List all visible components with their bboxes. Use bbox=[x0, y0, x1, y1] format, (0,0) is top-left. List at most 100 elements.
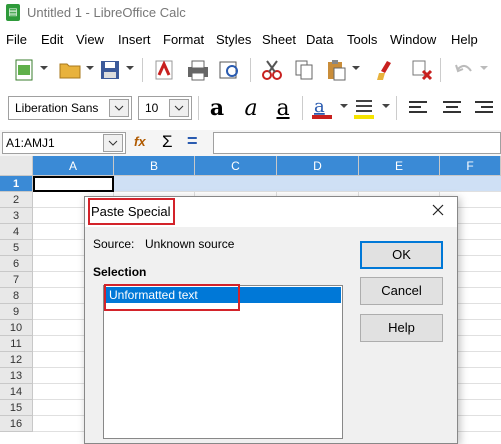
row-header-9[interactable]: 9 bbox=[0, 304, 33, 320]
menu-bar: File Edit View Insert Format Styles Shee… bbox=[0, 28, 501, 50]
copy-icon[interactable] bbox=[290, 56, 318, 84]
row-header-1[interactable]: 1 bbox=[0, 176, 33, 192]
font-color-icon[interactable]: a bbox=[308, 94, 336, 122]
italic-icon[interactable]: a bbox=[237, 94, 265, 122]
export-pdf-icon[interactable] bbox=[150, 56, 178, 84]
cut-icon[interactable] bbox=[258, 56, 286, 84]
new-dropdown-icon[interactable] bbox=[40, 66, 48, 70]
toolbar-separator bbox=[142, 58, 143, 82]
row-header-5[interactable]: 5 bbox=[0, 240, 33, 256]
font-color-dropdown-icon[interactable] bbox=[340, 104, 348, 108]
active-cell-a1[interactable] bbox=[33, 176, 114, 192]
selection-label: Selection bbox=[93, 265, 147, 279]
row-header-13[interactable]: 13 bbox=[0, 368, 33, 384]
align-left-icon[interactable] bbox=[404, 94, 432, 122]
chevron-down-icon[interactable] bbox=[109, 99, 129, 117]
new-spreadsheet-icon[interactable] bbox=[10, 56, 38, 84]
window-title: Untitled 1 - LibreOffice Calc bbox=[27, 5, 186, 20]
toolbar-separator bbox=[302, 96, 303, 120]
chevron-down-icon[interactable] bbox=[103, 134, 123, 152]
list-item-highlight-box bbox=[104, 284, 240, 311]
column-header-b[interactable]: B bbox=[114, 156, 195, 176]
open-folder-icon[interactable] bbox=[56, 56, 84, 84]
menu-format[interactable]: Format bbox=[163, 32, 204, 47]
close-icon[interactable] bbox=[431, 203, 447, 219]
function-wizard-icon[interactable]: fx bbox=[134, 134, 154, 152]
undo-icon[interactable] bbox=[450, 56, 478, 84]
menu-data[interactable]: Data bbox=[306, 32, 333, 47]
column-header-f[interactable]: F bbox=[440, 156, 501, 176]
name-box[interactable]: A1:AMJ1 bbox=[2, 132, 126, 154]
formula-equals-icon[interactable]: = bbox=[187, 131, 198, 152]
title-bar: ▤ Untitled 1 - LibreOffice Calc bbox=[0, 0, 501, 26]
menu-window[interactable]: Window bbox=[390, 32, 436, 47]
menu-file[interactable]: File bbox=[6, 32, 27, 47]
font-name-combo[interactable]: Liberation Sans bbox=[8, 96, 132, 120]
cancel-button[interactable]: Cancel bbox=[360, 277, 443, 305]
font-size-combo[interactable]: 10 bbox=[138, 96, 192, 120]
font-name-value: Liberation Sans bbox=[15, 101, 99, 115]
paste-icon[interactable] bbox=[322, 56, 350, 84]
source-value: Unknown source bbox=[145, 237, 235, 251]
row-header-14[interactable]: 14 bbox=[0, 384, 33, 400]
paste-dropdown-icon[interactable] bbox=[352, 66, 360, 70]
title-highlight-box bbox=[88, 198, 175, 225]
bold-icon[interactable]: a bbox=[203, 94, 231, 122]
font-size-value: 10 bbox=[145, 101, 159, 115]
row-header-10[interactable]: 10 bbox=[0, 320, 33, 336]
menu-styles[interactable]: Styles bbox=[216, 32, 251, 47]
align-center-icon[interactable] bbox=[438, 94, 466, 122]
row-header-7[interactable]: 7 bbox=[0, 272, 33, 288]
chevron-down-icon[interactable] bbox=[169, 99, 189, 117]
align-right-icon[interactable] bbox=[470, 94, 498, 122]
row-header-2[interactable]: 2 bbox=[0, 192, 33, 208]
sum-icon[interactable]: Σ bbox=[162, 132, 173, 152]
print-icon[interactable] bbox=[184, 56, 212, 84]
column-header-d[interactable]: D bbox=[277, 156, 359, 176]
open-dropdown-icon[interactable] bbox=[86, 66, 94, 70]
paste-special-dialog: Paste Special Source: Unknown source Sel… bbox=[84, 196, 458, 444]
save-icon[interactable] bbox=[96, 56, 124, 84]
column-header-a[interactable]: A bbox=[33, 156, 114, 176]
clear-formatting-icon[interactable] bbox=[408, 56, 436, 84]
toolbar-separator bbox=[250, 58, 251, 82]
menu-edit[interactable]: Edit bbox=[41, 32, 63, 47]
row-header-12[interactable]: 12 bbox=[0, 352, 33, 368]
standard-toolbar bbox=[0, 50, 501, 90]
toolbar-separator bbox=[396, 96, 397, 120]
row-header-3[interactable]: 3 bbox=[0, 208, 33, 224]
formatting-toolbar: Liberation Sans 10 a a a a bbox=[0, 88, 501, 128]
dialog-title-bar: Paste Special bbox=[85, 197, 457, 227]
source-label: Source: bbox=[93, 237, 135, 251]
menu-sheet[interactable]: Sheet bbox=[262, 32, 296, 47]
column-header-e[interactable]: E bbox=[359, 156, 440, 176]
select-all-corner[interactable] bbox=[0, 156, 33, 176]
row-header-11[interactable]: 11 bbox=[0, 336, 33, 352]
row-header-15[interactable]: 15 bbox=[0, 400, 33, 416]
menu-help[interactable]: Help bbox=[451, 32, 478, 47]
clone-formatting-icon[interactable] bbox=[372, 56, 400, 84]
highlight-dropdown-icon[interactable] bbox=[382, 104, 390, 108]
row-header-16[interactable]: 16 bbox=[0, 416, 33, 432]
highlight-color-icon[interactable] bbox=[350, 94, 378, 122]
row-header-6[interactable]: 6 bbox=[0, 256, 33, 272]
toolbar-separator bbox=[440, 58, 441, 82]
row-header-8[interactable]: 8 bbox=[0, 288, 33, 304]
help-button[interactable]: Help bbox=[360, 314, 443, 342]
name-box-value: A1:AMJ1 bbox=[6, 136, 55, 150]
print-preview-icon[interactable] bbox=[216, 56, 244, 84]
calc-app-icon: ▤ bbox=[6, 4, 20, 21]
save-dropdown-icon[interactable] bbox=[126, 66, 134, 70]
svg-text:a: a bbox=[314, 96, 325, 117]
menu-view[interactable]: View bbox=[76, 32, 104, 47]
undo-dropdown-icon[interactable] bbox=[480, 66, 488, 70]
formula-input[interactable] bbox=[213, 132, 501, 154]
column-header-c[interactable]: C bbox=[195, 156, 277, 176]
underline-icon[interactable]: a bbox=[269, 94, 297, 122]
menu-tools[interactable]: Tools bbox=[347, 32, 377, 47]
formula-bar: A1:AMJ1 fx Σ = bbox=[0, 130, 501, 156]
toolbar-separator bbox=[198, 96, 199, 120]
ok-button[interactable]: OK bbox=[360, 241, 443, 269]
row-header-4[interactable]: 4 bbox=[0, 224, 33, 240]
menu-insert[interactable]: Insert bbox=[118, 32, 151, 47]
